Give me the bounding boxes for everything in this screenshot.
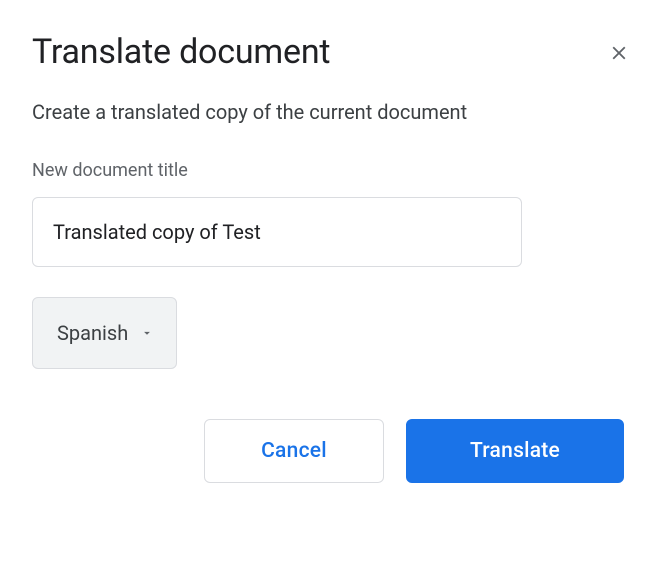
dialog-header: Translate document xyxy=(32,32,634,72)
close-icon xyxy=(608,42,630,67)
cancel-button[interactable]: Cancel xyxy=(204,419,384,483)
translate-button[interactable]: Translate xyxy=(406,419,624,483)
dialog-description: Create a translated copy of the current … xyxy=(32,100,634,124)
language-select[interactable]: Spanish xyxy=(32,297,177,369)
translate-dialog: Translate document Create a translated c… xyxy=(32,32,634,483)
language-selected-label: Spanish xyxy=(57,321,128,345)
chevron-down-icon xyxy=(140,326,154,340)
dialog-actions: Cancel Translate xyxy=(32,419,634,483)
document-title-input[interactable] xyxy=(32,197,522,267)
dialog-title: Translate document xyxy=(32,32,330,72)
close-button[interactable] xyxy=(604,38,634,71)
title-field-label: New document title xyxy=(32,160,634,181)
